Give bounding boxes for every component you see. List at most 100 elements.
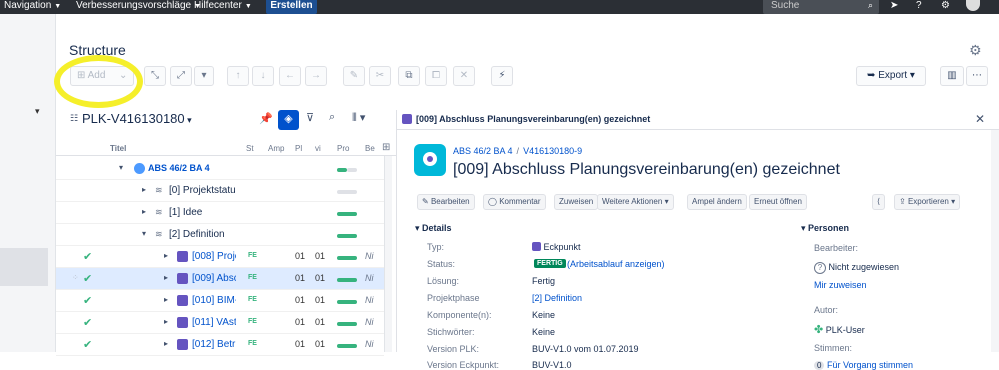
table-row[interactable]: ▾ ≋ [2] Definition [56,224,384,246]
breadcrumb-parent[interactable]: ABS 46/2 BA 4 [453,146,513,156]
column-header-title[interactable]: Titel [110,144,126,153]
row-value: 01 [315,295,326,305]
row-title[interactable]: [010] BIM- [192,295,236,306]
row-title[interactable]: ABS 46/2 BA 4 [148,163,210,173]
row-title[interactable]: [2] Definition [169,229,225,240]
issue-panel-scrollbar[interactable] [991,130,999,352]
copy-icon[interactable]: ⧉ [398,66,420,86]
reopen-button[interactable]: Erneut öffnen [749,194,807,210]
table-row[interactable]: ✔ ▸ [011] VAst FE 01 01 Ni [56,312,384,334]
view-workflow-link[interactable]: (Arbeitsablauf anzeigen) [567,259,665,269]
expand-toggle-icon[interactable]: ▸ [164,295,168,304]
feedback-icon[interactable]: ➤ [890,0,898,11]
move-left-icon[interactable]: ← [279,66,301,86]
column-header-amp[interactable]: Amp [268,144,284,153]
table-row[interactable]: ✔ ▸ [012] Betri FE 01 01 Ni [56,334,384,356]
user-avatar[interactable] [966,0,980,11]
change-light-button[interactable]: Ampel ändern [687,194,747,210]
column-header-progress[interactable]: Pro [337,144,349,153]
breadcrumb-issue-key[interactable]: V416130180-9 [523,146,582,156]
status-badge: FE [248,274,257,281]
edit-icon[interactable]: ✎ [343,66,365,86]
table-row[interactable]: ▸ ≋ [0] Projektstatus [56,180,384,202]
column-header-vi[interactable]: vi [315,144,321,153]
filter-icon[interactable]: ⊽ [306,111,314,124]
row-title[interactable]: [011] VAst [192,317,236,328]
drag-handle-icon[interactable]: ⁘ [72,273,79,282]
row-title[interactable]: [1] Idee [169,207,202,218]
structure-root-selector[interactable]: PLK-V416130180 ▾ [82,111,192,126]
chevron-down-icon[interactable]: ▾ [194,66,214,86]
expand-toggle-icon[interactable]: ▸ [164,339,168,348]
top-navigation-bar: Navigation ▼ Verbesserungsvorschläge ▼ Hil… [0,0,999,14]
issue-title[interactable]: [009] Abschluss Planungsvereinbarung(en)… [453,161,840,179]
search-input[interactable]: Suche ⌕ [763,0,879,14]
expand-icon[interactable]: ⤡ [144,66,166,86]
table-row-selected[interactable]: ⁘ ✔ ▸ [009] Abschluss FE 01 01 Ni [56,268,384,290]
expand-toggle-icon[interactable]: ▸ [164,273,168,282]
expand-toggle-icon[interactable]: ▸ [142,185,146,194]
column-header-status[interactable]: St [246,144,254,153]
collapse-toggle-icon[interactable]: ▾ [119,163,123,172]
collapse-toggle-icon[interactable]: ▾ [142,229,146,238]
assign-to-me-link[interactable]: Mir zuweisen [814,280,867,290]
check-icon: ✔ [83,339,93,351]
comment-button[interactable]: ◯ Kommentar [483,194,546,210]
layers-icon[interactable]: ◈ [278,110,299,130]
status-badge: FERTIG [534,259,566,268]
table-row[interactable]: ✔ ▸ [010] BIM- FE 01 01 Ni [56,290,384,312]
more-icon[interactable]: ⋯ [966,66,988,86]
collapse-icon[interactable]: ⤢ [170,66,192,86]
progress-bar [337,234,357,238]
search-icon[interactable]: ⌕ [329,111,335,124]
nav-menu-hilfecenter[interactable]: Hilfecenter ▼ [194,0,252,12]
chevron-down-icon[interactable]: ▾ [35,106,40,117]
more-actions-button[interactable]: Weitere Aktionen ▾ [597,194,674,210]
columns-icon[interactable]: ⦀ ▾ [352,111,365,125]
expand-toggle-icon[interactable]: ▸ [142,207,146,216]
nav-menu-navigation[interactable]: Navigation ▼ [4,0,61,12]
layout-toggle-icon[interactable]: ▥ [940,66,964,86]
row-title[interactable]: [012] Betri [192,339,236,350]
pane-divider[interactable] [396,110,397,352]
edit-button[interactable]: ✎ Bearbeiten [417,194,475,210]
details-section-toggle[interactable]: ▾ Details [415,223,452,234]
magic-wand-icon[interactable]: ⚡ [491,66,513,86]
column-header-pl[interactable]: Pl [295,144,302,153]
paste-icon[interactable]: ⧠ [425,66,447,86]
export-button[interactable]: ➥ Export ▾ [856,66,926,86]
create-button[interactable]: Erstellen [266,0,317,14]
table-row[interactable]: ▾ ABS 46/2 BA 4 [56,158,384,180]
gear-icon[interactable]: ⚙ [969,42,982,59]
export-issue-button[interactable]: ⇪ Exportieren ▾ [894,194,961,210]
row-title[interactable]: [0] Projektstatus [169,185,235,196]
column-header-be[interactable]: Be [365,144,375,153]
move-up-icon[interactable]: ↑ [227,66,249,86]
left-pane-scrollbar[interactable] [384,156,392,352]
section-heading: Personen [808,223,850,233]
delete-icon[interactable]: ✕ [453,66,475,86]
table-row[interactable]: ✔ ▸ [008] Projekt FE 01 01 Ni [56,246,384,268]
pin-icon[interactable]: 📌 [259,112,273,125]
row-title[interactable]: [008] Projekt [192,251,236,262]
cut-icon[interactable]: ✂ [369,66,391,86]
share-icon[interactable]: ⟨ [872,194,886,210]
assign-button[interactable]: Zuweisen [554,194,599,210]
expand-toggle-icon[interactable]: ▸ [164,317,168,326]
field-value-link[interactable]: [2] Definition [532,293,582,303]
add-column-icon[interactable]: ⊞ [382,142,390,153]
expand-toggle-icon[interactable]: ▸ [164,251,168,260]
add-button[interactable]: ⊞ Add ⌄ [70,66,134,86]
settings-icon[interactable]: ⚙ [941,0,950,11]
row-assignee: Ni [365,251,374,261]
people-section-toggle[interactable]: ▾ Personen [801,223,849,234]
vote-link[interactable]: Für Vorgang stimmen [827,360,913,370]
help-icon[interactable]: ? [916,0,922,11]
nav-menu-verbesserungsvorschlaege[interactable]: Verbesserungsvorschläge ▼ [76,0,201,12]
sidebar-selected-item[interactable] [0,248,48,286]
close-icon[interactable]: ✕ [975,112,985,126]
move-down-icon[interactable]: ↓ [252,66,274,86]
table-row[interactable]: ▸ ≋ [1] Idee [56,202,384,224]
move-right-icon[interactable]: → [305,66,327,86]
row-title[interactable]: [009] Abschluss [192,273,236,284]
